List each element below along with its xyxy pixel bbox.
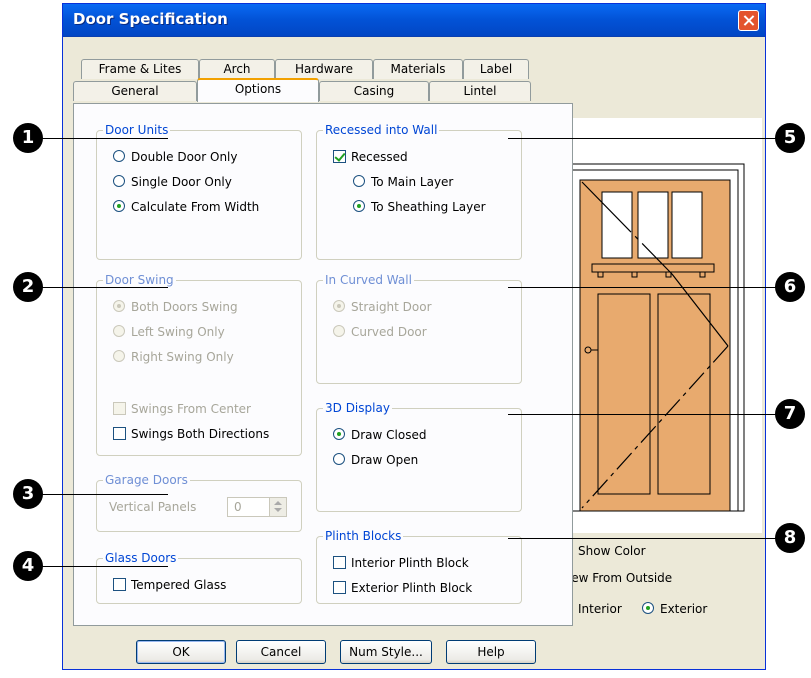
radio-selected-icon — [113, 300, 125, 312]
draw-open-radio[interactable]: Draw Open — [333, 452, 418, 468]
checkbox-icon — [333, 581, 346, 594]
door-units-title: Door Units — [103, 123, 171, 137]
radio-icon — [113, 325, 125, 337]
door-elevation-drawing — [565, 163, 745, 512]
to-main-layer-radio[interactable]: To Main Layer — [353, 174, 453, 190]
options-panel: Door Units Double Door Only Single Door … — [73, 103, 573, 626]
tab-frame-lites[interactable]: Frame & Lites — [81, 59, 199, 79]
recessed-title: Recessed into Wall — [323, 123, 440, 137]
tab-materials[interactable]: Materials — [373, 59, 463, 79]
radio-selected-icon — [113, 200, 125, 212]
display-3d-title: 3D Display — [323, 401, 392, 415]
checkbox-icon — [333, 556, 346, 569]
callout-2: 2 — [13, 272, 43, 302]
radio-icon — [113, 175, 125, 187]
ok-button[interactable]: OK — [136, 640, 226, 664]
num-style-button[interactable]: Num Style... — [340, 640, 432, 664]
help-button[interactable]: Help — [446, 640, 536, 664]
exterior-plinth-block-checkbox[interactable]: Exterior Plinth Block — [333, 580, 472, 596]
callout-1-leader — [28, 138, 168, 139]
door-specification-dialog: Door Specification Frame & Lites Arch Ha… — [62, 3, 766, 670]
garage-doors-group: Garage Doors Vertical Panels 0 — [96, 473, 302, 532]
callout-5: 5 — [775, 123, 805, 153]
radio-icon — [113, 150, 125, 162]
callout-4: 4 — [13, 551, 43, 581]
tab-label[interactable]: Label — [463, 59, 529, 79]
door-swing-group: Door Swing Both Doors Swing Left Swing O… — [96, 273, 302, 456]
tab-casing[interactable]: Casing — [319, 81, 429, 101]
straight-door-radio[interactable]: Straight Door — [333, 299, 432, 315]
callout-8: 8 — [775, 523, 805, 553]
vertical-panels-spinner[interactable]: 0 — [227, 497, 287, 517]
door-preview — [560, 118, 762, 533]
calculate-from-width-radio[interactable]: Calculate From Width — [113, 199, 259, 215]
checkbox-icon — [113, 402, 126, 415]
garage-doors-title: Garage Doors — [103, 473, 190, 487]
title-bar[interactable]: Door Specification — [63, 4, 765, 37]
recessed-checkbox[interactable]: Recessed — [333, 149, 408, 165]
callout-5-leader — [508, 138, 778, 139]
door-swing-title: Door Swing — [103, 273, 176, 287]
cancel-button[interactable]: Cancel — [236, 640, 326, 664]
window-title: Door Specification — [73, 10, 228, 28]
swings-from-center-checkbox[interactable]: Swings From Center — [113, 401, 251, 417]
plinth-blocks-group: Plinth Blocks Interior Plinth Block Exte… — [316, 529, 522, 604]
door-units-group: Door Units Double Door Only Single Door … — [96, 123, 302, 260]
right-swing-only-radio[interactable]: Right Swing Only — [113, 349, 234, 365]
radio-selected-icon — [642, 602, 654, 614]
callout-1: 1 — [13, 123, 43, 153]
callout-7-leader — [508, 414, 778, 415]
recessed-group: Recessed into Wall Recessed To Main Laye… — [316, 123, 522, 260]
left-swing-only-radio[interactable]: Left Swing Only — [113, 324, 225, 340]
checkbox-icon — [113, 578, 126, 591]
callout-3-leader — [28, 494, 168, 495]
radio-icon — [333, 325, 345, 337]
close-button[interactable] — [738, 10, 759, 31]
glass-doors-group: Glass Doors Tempered Glass — [96, 551, 302, 604]
tempered-glass-checkbox[interactable]: Tempered Glass — [113, 577, 226, 593]
tab-options[interactable]: Options — [197, 78, 319, 102]
callout-2-leader — [28, 287, 168, 288]
curved-wall-group: In Curved Wall Straight Door Curved Door — [316, 273, 522, 384]
display-3d-group: 3D Display Draw Closed Draw Open — [316, 401, 522, 512]
swings-both-directions-checkbox[interactable]: Swings Both Directions — [113, 426, 269, 442]
callout-8-leader — [508, 538, 778, 539]
callout-4-leader — [28, 566, 168, 567]
radio-selected-icon — [333, 300, 345, 312]
radio-selected-icon — [333, 428, 345, 440]
checkbox-checked-icon — [333, 150, 346, 163]
draw-closed-radio[interactable]: Draw Closed — [333, 427, 426, 443]
view-from-outside-label: View From Outside — [560, 571, 673, 585]
spinner-arrows-icon[interactable] — [269, 498, 286, 516]
tab-hardware[interactable]: Hardware — [275, 59, 373, 79]
both-doors-swing-radio[interactable]: Both Doors Swing — [113, 299, 238, 315]
vertical-panels-label: Vertical Panels — [109, 500, 197, 514]
double-door-only-radio[interactable]: Double Door Only — [113, 149, 238, 165]
callout-6-leader — [508, 287, 778, 288]
glass-doors-title: Glass Doors — [103, 551, 179, 565]
exterior-radio[interactable]: Exterior — [642, 601, 707, 617]
checkbox-icon — [113, 427, 126, 440]
curved-door-radio[interactable]: Curved Door — [333, 324, 427, 340]
tab-general[interactable]: General — [73, 81, 197, 101]
radio-selected-icon — [353, 200, 365, 212]
to-sheathing-layer-radio[interactable]: To Sheathing Layer — [353, 199, 486, 215]
tab-arch[interactable]: Arch — [199, 59, 275, 79]
radio-icon — [333, 453, 345, 465]
interior-plinth-block-checkbox[interactable]: Interior Plinth Block — [333, 555, 469, 571]
radio-icon — [353, 175, 365, 187]
plinth-blocks-title: Plinth Blocks — [323, 529, 404, 543]
callout-3: 3 — [13, 479, 43, 509]
callout-7: 7 — [775, 399, 805, 429]
radio-icon — [113, 350, 125, 362]
callout-6: 6 — [775, 272, 805, 302]
tab-lintel[interactable]: Lintel — [429, 81, 531, 101]
curved-wall-title: In Curved Wall — [323, 273, 414, 287]
single-door-only-radio[interactable]: Single Door Only — [113, 174, 232, 190]
